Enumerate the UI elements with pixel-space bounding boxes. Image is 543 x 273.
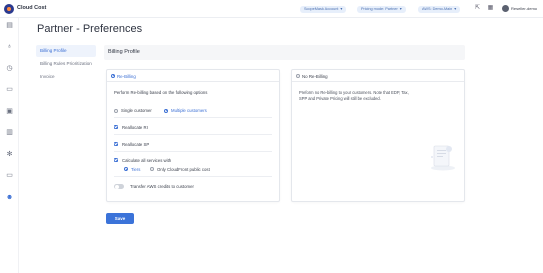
bar-chart-icon[interactable]: ▥ xyxy=(5,128,14,137)
subnav-item-billing-profile[interactable]: Billing Profile xyxy=(36,45,96,57)
avatar[interactable] xyxy=(502,5,509,12)
multiple-customers-label[interactable]: Multiple customers xyxy=(171,108,207,113)
external-link-icon[interactable]: ⇱ xyxy=(474,5,481,12)
subnav-item-billing-rules[interactable]: Billing Rules Prioritization xyxy=(36,58,96,70)
monitor-icon[interactable]: ▭ xyxy=(5,171,14,180)
chevron-down-icon: ▾ xyxy=(399,7,402,11)
app-logo-icon[interactable] xyxy=(4,4,14,14)
reallocate-sp-checkbox[interactable] xyxy=(114,142,118,146)
save-button[interactable]: Save xyxy=(106,213,134,224)
preferences-subnav: Billing Profile Billing Rules Prioritiza… xyxy=(36,45,96,84)
chevron-down-icon: ▾ xyxy=(340,7,343,11)
document-illustration-icon xyxy=(431,145,455,171)
chevron-down-icon: ▾ xyxy=(454,7,457,11)
cloudfront-public-cost-radio[interactable] xyxy=(150,167,154,171)
tiers-radio[interactable] xyxy=(124,167,128,171)
divider xyxy=(114,117,272,118)
settings-icon[interactable]: ✻ xyxy=(5,150,14,159)
pricing-mode-selector[interactable]: Pricing mode: Partner ▾ xyxy=(357,6,406,13)
app-title: Cloud Cost xyxy=(17,5,47,11)
chat-icon[interactable]: ▭ xyxy=(5,85,14,94)
top-bar: Cloud Cost ScopeMask Account ▾ Pricing mo… xyxy=(0,0,543,18)
apps-grid-icon[interactable]: ▦ xyxy=(487,5,494,12)
rebilling-card[interactable]: Re-Billing xyxy=(106,69,280,202)
reallocate-ri-label[interactable]: Reallocate RI xyxy=(122,125,148,130)
cloudfront-public-cost-label[interactable]: Only CloudFront public cost xyxy=(157,167,210,172)
user-name[interactable]: Reseller-demo xyxy=(511,6,537,11)
page-title: Partner - Preferences xyxy=(37,23,143,35)
single-customer-radio[interactable] xyxy=(114,108,118,113)
subnav-item-invoice[interactable]: Invoice xyxy=(36,71,96,83)
left-rail: ▤ ♁ ◷ ▭ ▣ ▥ ✻ ▭ ☻ xyxy=(0,18,19,273)
no-rebilling-card-header[interactable]: No Re-Billing xyxy=(292,70,464,82)
no-rebilling-description: Preform no Re-billing to your customers.… xyxy=(299,90,409,101)
reallocate-ri-checkbox[interactable] xyxy=(114,125,118,129)
rebilling-intro: Perform Re-billing based on the followin… xyxy=(114,90,208,95)
reallocate-sp-label[interactable]: Reallocate SP xyxy=(122,142,149,147)
multiple-customers-radio[interactable] xyxy=(164,108,168,113)
account-selector-label: ScopeMask Account xyxy=(304,7,339,11)
no-rebilling-radio[interactable] xyxy=(296,73,300,78)
account-selector[interactable]: ScopeMask Account ▾ xyxy=(300,6,347,13)
tiers-label[interactable]: Tiers xyxy=(131,167,140,172)
divider xyxy=(114,134,272,135)
single-customer-label[interactable]: Single customer xyxy=(121,108,152,113)
rebilling-title: Re-Billing xyxy=(117,73,136,79)
database-icon[interactable]: ▣ xyxy=(5,107,14,116)
divider xyxy=(114,176,272,177)
cloud-account-selector[interactable]: AWS: Demo-Main ▾ xyxy=(418,6,461,13)
calculate-services-checkbox[interactable] xyxy=(114,158,118,162)
no-rebilling-card[interactable]: No Re-Billing xyxy=(291,69,465,202)
transfer-credits-toggle[interactable] xyxy=(114,184,124,189)
users-icon[interactable]: ☻ xyxy=(5,193,14,202)
cloud-account-label: AWS: Demo-Main xyxy=(422,7,453,11)
lightbulb-icon[interactable]: ♁ xyxy=(5,42,14,51)
rebilling-card-header[interactable]: Re-Billing xyxy=(107,70,279,82)
divider xyxy=(114,151,272,152)
no-rebilling-title: No Re-Billing xyxy=(302,73,328,79)
section-header: Billing Profile xyxy=(104,45,465,60)
rebilling-radio[interactable] xyxy=(111,73,115,78)
calculate-services-label[interactable]: Calculate all services with xyxy=(122,158,171,163)
pricing-mode-label: Pricing mode: Partner xyxy=(361,7,398,11)
dashboard-icon[interactable]: ▤ xyxy=(5,21,14,30)
section-title: Billing Profile xyxy=(108,49,140,55)
clock-icon[interactable]: ◷ xyxy=(5,64,14,73)
transfer-credits-label[interactable]: Transfer AWS credits to customer xyxy=(130,184,194,189)
